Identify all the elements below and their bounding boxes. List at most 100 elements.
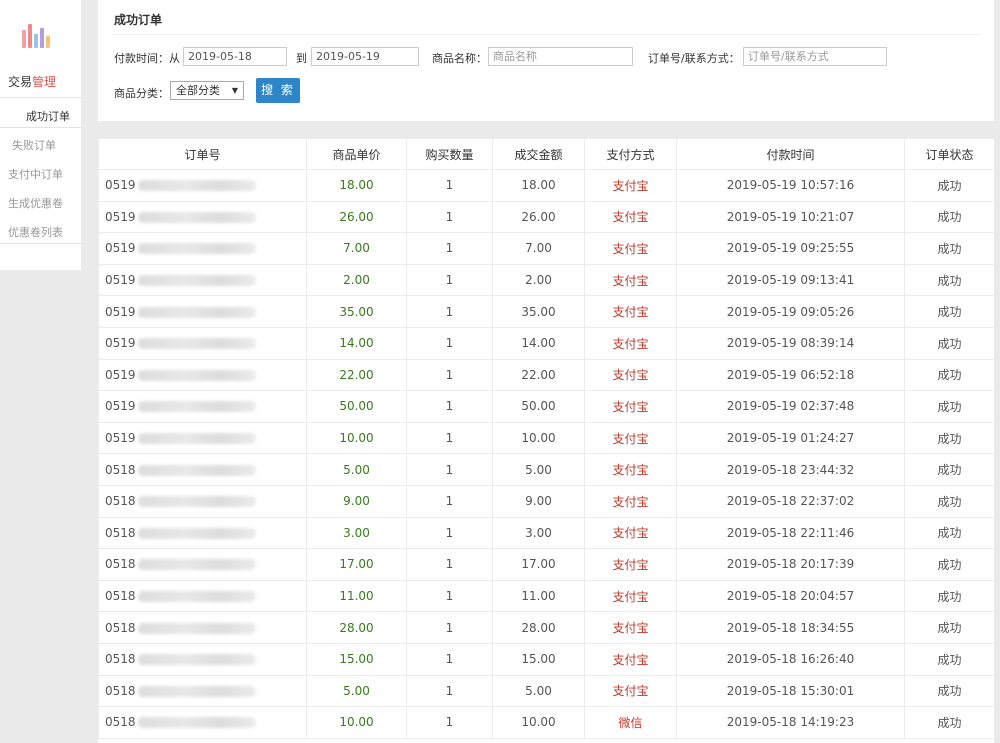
column-header-order-no: 订单号: [98, 138, 307, 170]
status-cell: 成功: [904, 390, 994, 423]
quantity-cell: 1: [406, 516, 493, 550]
table-row: 0519 2.00 1 2.00 支付宝 2019-05-19 09:13:41 成功: [98, 263, 994, 297]
pay-time-cell: 2019-05-19 08:39:14: [676, 326, 905, 360]
order-number: 0519: [105, 304, 136, 319]
payment-method-cell: 支付宝: [584, 200, 677, 234]
redacted-order-suffix: [137, 369, 256, 381]
unit-price-cell: 7.00: [306, 232, 407, 265]
category-selected-value: 全部分类: [176, 84, 220, 97]
pay-time-cell: 2019-05-18 20:17:39: [676, 548, 905, 581]
payment-method-cell: 支付宝: [584, 232, 677, 265]
sidebar-item-success-orders[interactable]: 成功订单: [26, 108, 70, 124]
order-number-cell: 0518: [98, 642, 307, 676]
category-select[interactable]: 全部分类 ▼: [170, 81, 244, 100]
table-row: 0519 14.00 1 14.00 支付宝 2019-05-19 08:39:14 成功: [98, 326, 994, 360]
column-header-payment-method: 支付方式: [584, 138, 677, 170]
table-row: 0519 50.00 1 50.00 支付宝 2019-05-19 02:37:48 成功: [98, 390, 994, 423]
unit-price-cell: 15.00: [306, 642, 407, 676]
pay-time-cell: 2019-05-18 22:11:46: [676, 516, 905, 550]
amount-cell: 10.00: [492, 421, 585, 455]
order-number-cell: 0518: [98, 548, 307, 581]
pay-time-cell: 2019-05-18 22:37:02: [676, 484, 905, 518]
order-number-cell: 0518: [98, 706, 307, 739]
unit-price-cell: 50.00: [306, 390, 407, 423]
payment-method-cell: 支付宝: [584, 453, 677, 486]
status-cell: 成功: [904, 169, 994, 202]
payment-method-cell: 支付宝: [584, 326, 677, 360]
pay-time-cell: 2019-05-19 09:13:41: [676, 263, 905, 297]
status-cell: 成功: [904, 295, 994, 328]
sidebar-divider: [0, 243, 81, 244]
status-cell: 成功: [904, 200, 994, 234]
table-row: 0519 35.00 1 35.00 支付宝 2019-05-19 09:05:26 成功: [98, 295, 994, 328]
pay-time-cell: 2019-05-19 01:24:27: [676, 421, 905, 455]
sidebar-item-generate-coupon[interactable]: 生成优惠卷: [8, 195, 63, 211]
payment-method-cell: 支付宝: [584, 484, 677, 518]
amount-cell: 14.00: [492, 326, 585, 360]
search-button[interactable]: 搜 索: [256, 78, 300, 103]
order-number-cell: 0518: [98, 484, 307, 518]
title-divider: [114, 34, 980, 35]
sidebar-item-paying-orders[interactable]: 支付中订单: [8, 166, 63, 182]
order-number: 0518: [105, 715, 136, 730]
bar-chart-logo-icon: [20, 22, 52, 48]
payment-method-cell: 支付宝: [584, 516, 677, 550]
amount-cell: 11.00: [492, 579, 585, 613]
payment-method-cell: 支付宝: [584, 169, 677, 202]
page-title: 成功订单: [114, 13, 163, 27]
order-number: 0519: [105, 178, 136, 193]
table-row: 0518 28.00 1 28.00 支付宝 2019-05-18 18:34:55 成功: [98, 611, 994, 644]
payment-method-cell: 支付宝: [584, 674, 677, 708]
order-number-cell: 0519: [98, 200, 307, 234]
payment-method-cell: 支付宝: [584, 579, 677, 613]
order-number: 0519: [105, 209, 136, 224]
date-from-input[interactable]: [183, 47, 287, 66]
column-header-amount: 成交金额: [492, 138, 585, 170]
redacted-order-suffix: [137, 338, 256, 350]
redacted-order-suffix: [137, 717, 256, 729]
quantity-cell: 1: [406, 674, 493, 708]
unit-price-cell: 35.00: [306, 295, 407, 328]
order-number: 0518: [105, 462, 136, 477]
unit-price-cell: 10.00: [306, 706, 407, 739]
unit-price-cell: 26.00: [306, 200, 407, 234]
unit-price-cell: 28.00: [306, 611, 407, 644]
amount-cell: 26.00: [492, 200, 585, 234]
table-row: 0518 3.00 1 3.00 支付宝 2019-05-18 22:11:46 成功: [98, 516, 994, 550]
unit-price-cell: 9.00: [306, 484, 407, 518]
product-name-input[interactable]: [488, 47, 633, 66]
quantity-cell: 1: [406, 579, 493, 613]
unit-price-cell: 14.00: [306, 326, 407, 360]
amount-cell: 17.00: [492, 548, 585, 581]
order-number: 0518: [105, 494, 136, 509]
table-row: 0519 10.00 1 10.00 支付宝 2019-05-19 01:24:27 成功: [98, 421, 994, 455]
sidebar-title: 交易管理: [8, 73, 56, 90]
unit-price-cell: 18.00: [306, 169, 407, 202]
column-header-status: 订单状态: [904, 138, 994, 170]
pay-time-cell: 2019-05-19 09:05:26: [676, 295, 905, 328]
product-name-label: 商品名称：: [432, 52, 487, 65]
order-number-cell: 0519: [98, 295, 307, 328]
status-cell: 成功: [904, 516, 994, 550]
amount-cell: 5.00: [492, 453, 585, 486]
order-number: 0519: [105, 367, 136, 382]
payment-method-cell: 微信: [584, 706, 677, 739]
quantity-cell: 1: [406, 642, 493, 676]
table-header-row: 订单号 商品单价 购买数量 成交金额 支付方式 付款时间 订单状态: [98, 138, 994, 170]
order-number: 0518: [105, 525, 136, 540]
date-to-input[interactable]: [311, 47, 419, 66]
order-contact-input[interactable]: [743, 47, 887, 66]
table-row: 0518 5.00 1 5.00 支付宝 2019-05-18 15:30:01 成功: [98, 674, 994, 708]
sidebar-item-coupon-list[interactable]: 优惠卷列表: [8, 224, 63, 240]
pay-time-cell: 2019-05-19 10:57:16: [676, 169, 905, 202]
payment-method-cell: 支付宝: [584, 421, 677, 455]
to-label: 到: [296, 52, 307, 65]
sidebar-title-prefix: 交易: [8, 75, 33, 89]
redacted-order-suffix: [137, 464, 256, 476]
quantity-cell: 1: [406, 390, 493, 423]
amount-cell: 28.00: [492, 611, 585, 644]
quantity-cell: 1: [406, 548, 493, 581]
redacted-order-suffix: [137, 591, 256, 603]
pay-time-cell: 2019-05-19 10:21:07: [676, 200, 905, 234]
sidebar-item-failed-orders[interactable]: 失败订单: [12, 137, 56, 153]
